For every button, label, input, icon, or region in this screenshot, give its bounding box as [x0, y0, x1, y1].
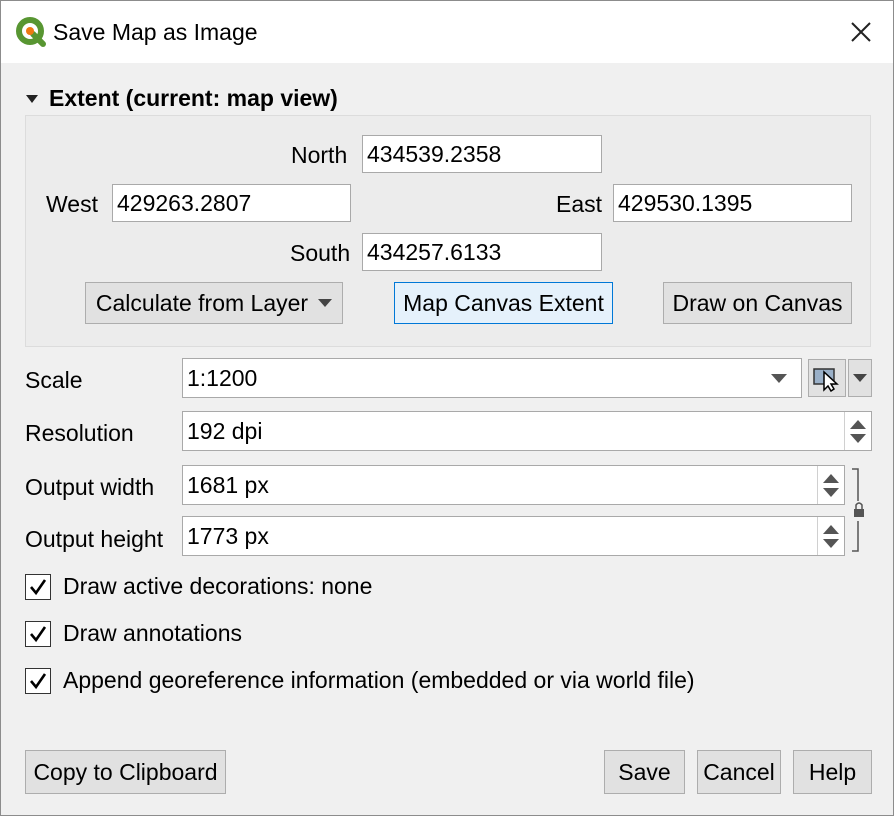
- chevron-down-icon: [853, 374, 867, 382]
- close-button[interactable]: [829, 1, 893, 63]
- scale-menu-button[interactable]: [848, 359, 872, 397]
- north-label: North: [291, 142, 348, 168]
- checkmark-icon: [30, 672, 47, 689]
- close-icon: [851, 22, 871, 42]
- draw-decorations-option[interactable]: Draw active decorations: none: [25, 573, 372, 600]
- qgis-logo-icon: [16, 17, 46, 47]
- chevron-down-icon: [318, 299, 333, 307]
- checkmark-icon: [30, 578, 47, 595]
- decrement-icon[interactable]: [823, 487, 839, 497]
- cancel-button[interactable]: Cancel: [697, 750, 781, 794]
- chevron-down-icon: [771, 374, 787, 383]
- output-height-label: Output height: [25, 526, 164, 552]
- resolution-stepper[interactable]: [844, 412, 871, 450]
- output-width-value: 1681 px: [187, 471, 269, 498]
- scale-value: 1:1200: [187, 364, 258, 391]
- resolution-spinbox[interactable]: 192 dpi: [182, 411, 872, 451]
- draw-on-canvas-button[interactable]: Draw on Canvas: [663, 282, 852, 324]
- east-field[interactable]: 429530.1395: [613, 184, 852, 222]
- append-georef-option[interactable]: Append georeference information (embedde…: [25, 667, 695, 694]
- south-field[interactable]: 434257.6133: [362, 233, 602, 271]
- title-bar: Save Map as Image: [1, 1, 893, 63]
- map-canvas-pointer-icon: [813, 368, 839, 392]
- map-canvas-extent-button[interactable]: Map Canvas Extent: [394, 282, 613, 324]
- save-map-dialog: Save Map as Image Extent (current: map v…: [0, 0, 894, 816]
- output-width-spinbox[interactable]: 1681 px: [182, 465, 845, 505]
- collapse-triangle-icon: [26, 94, 38, 103]
- north-field[interactable]: 434539.2358: [362, 135, 602, 173]
- east-label: East: [556, 191, 603, 217]
- window-title: Save Map as Image: [53, 19, 258, 45]
- lock-icon[interactable]: [850, 467, 870, 553]
- output-width-stepper[interactable]: [817, 466, 844, 504]
- draw-annotations-checkbox[interactable]: [25, 620, 51, 647]
- output-width-label: Output width: [25, 474, 155, 500]
- append-georef-checkbox[interactable]: [25, 667, 51, 694]
- draw-annotations-option[interactable]: Draw annotations: [25, 620, 242, 647]
- calculate-from-layer-button[interactable]: Calculate from Layer: [85, 282, 343, 324]
- south-label: South: [290, 240, 351, 266]
- extent-group-title: Extent (current: map view): [49, 85, 338, 111]
- west-field[interactable]: 429263.2807: [112, 184, 351, 222]
- west-label: West: [46, 191, 98, 217]
- copy-to-clipboard-button[interactable]: Copy to Clipboard: [25, 750, 226, 794]
- output-height-stepper[interactable]: [817, 517, 844, 555]
- save-button[interactable]: Save: [604, 750, 685, 794]
- scale-combobox[interactable]: 1:1200: [182, 358, 802, 398]
- help-button[interactable]: Help: [793, 750, 872, 794]
- extent-panel: North 434539.2358 West 429263.2807 East …: [25, 115, 871, 347]
- extent-group-header[interactable]: Extent (current: map view): [25, 85, 338, 112]
- increment-icon[interactable]: [823, 473, 839, 483]
- resolution-value: 192 dpi: [187, 417, 263, 444]
- decrement-icon[interactable]: [823, 538, 839, 548]
- output-height-value: 1773 px: [187, 522, 269, 549]
- draw-decorations-checkbox[interactable]: [25, 573, 51, 600]
- scale-from-map-button[interactable]: [808, 359, 846, 397]
- output-height-spinbox[interactable]: 1773 px: [182, 516, 845, 556]
- increment-icon[interactable]: [850, 419, 866, 429]
- scale-label: Scale: [25, 367, 83, 393]
- calculate-from-layer-label: Calculate from Layer: [95, 289, 309, 316]
- resolution-label: Resolution: [25, 420, 134, 446]
- draw-decorations-label: Draw active decorations: none: [63, 573, 373, 599]
- checkmark-icon: [30, 625, 47, 642]
- append-georef-label: Append georeference information (embedde…: [63, 667, 695, 693]
- decrement-icon[interactable]: [850, 433, 866, 443]
- draw-annotations-label: Draw annotations: [63, 620, 242, 646]
- increment-icon[interactable]: [823, 524, 839, 534]
